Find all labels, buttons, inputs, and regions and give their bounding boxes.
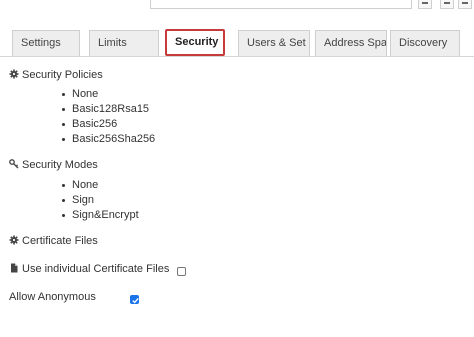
tab-bar-divider bbox=[0, 56, 474, 57]
button-icon bbox=[462, 2, 468, 4]
list-item: Basic256Sha256 bbox=[62, 132, 155, 147]
certificate-files-heading: Certificate Files bbox=[9, 235, 98, 247]
list-item: Basic128Rsa15 bbox=[62, 102, 155, 117]
top-text-input[interactable] bbox=[150, 0, 412, 9]
tab-discovery[interactable]: Discovery bbox=[390, 30, 460, 56]
tab-address-space[interactable]: Address Spa bbox=[315, 30, 387, 56]
toolbar-button[interactable] bbox=[458, 0, 472, 9]
certificate-files-title: Certificate Files bbox=[22, 235, 98, 247]
allow-anonymous-label: Allow Anonymous bbox=[9, 291, 96, 303]
file-icon bbox=[11, 263, 18, 273]
list-item: Sign bbox=[62, 193, 139, 208]
allow-anonymous-checkbox[interactable] bbox=[130, 295, 139, 304]
allow-anonymous-row: Allow Anonymous bbox=[9, 291, 96, 303]
use-individual-certificates-checkbox[interactable] bbox=[177, 267, 186, 276]
use-individual-certificates-label: Use individual Certificate Files bbox=[22, 263, 170, 275]
check-icon bbox=[132, 297, 139, 304]
list-item: None bbox=[62, 87, 155, 102]
toolbar-button[interactable] bbox=[418, 0, 432, 9]
button-icon bbox=[444, 2, 450, 4]
list-item: None bbox=[62, 178, 139, 193]
gear-icon bbox=[9, 235, 19, 245]
security-modes-heading: Security Modes bbox=[9, 159, 98, 171]
tab-settings[interactable]: Settings bbox=[12, 30, 80, 56]
tab-users-settings[interactable]: Users & Set bbox=[238, 30, 310, 56]
security-modes-list: None Sign Sign&Encrypt bbox=[62, 178, 139, 223]
list-item: Basic256 bbox=[62, 117, 155, 132]
security-policies-title: Security Policies bbox=[22, 69, 103, 81]
tab-security[interactable]: Security bbox=[165, 29, 225, 56]
list-item: Sign&Encrypt bbox=[62, 208, 139, 223]
use-individual-certificates-row: Use individual Certificate Files bbox=[9, 263, 169, 275]
gear-icon bbox=[9, 69, 19, 79]
key-icon bbox=[9, 159, 19, 169]
security-policies-heading: Security Policies bbox=[9, 69, 103, 81]
security-modes-title: Security Modes bbox=[22, 159, 98, 171]
toolbar-button[interactable] bbox=[440, 0, 454, 9]
tab-limits[interactable]: Limits bbox=[89, 30, 159, 56]
button-icon bbox=[422, 2, 428, 4]
security-policies-list: None Basic128Rsa15 Basic256 Basic256Sha2… bbox=[62, 87, 155, 147]
